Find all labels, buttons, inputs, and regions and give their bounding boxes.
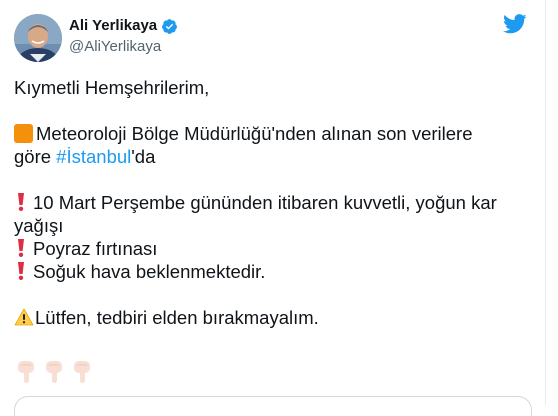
twitter-bird-icon[interactable]	[503, 14, 527, 34]
warning-line: Lütfen, tedbiri elden bırakmayalım.	[14, 306, 534, 329]
hashtag-link[interactable]: #İstanbul	[56, 146, 131, 167]
alert-line-1: 10 Mart Perşembe gününden itibaren kuvve…	[14, 191, 534, 237]
pointing-down-icon	[18, 361, 34, 383]
author-handle[interactable]: @AliYerlikaya	[69, 37, 178, 57]
warning-sign-icon	[14, 308, 34, 326]
alert-text-3: Soğuk hava beklenmektedir.	[33, 261, 266, 282]
alert-text-1: 10 Mart Perşembe gününden itibaren kuvve…	[14, 192, 497, 236]
embedded-media-card[interactable]	[14, 396, 532, 416]
warning-text: Lütfen, tedbiri elden bırakmayalım.	[35, 307, 319, 328]
orange-square-icon	[14, 124, 33, 143]
author-name[interactable]: Ali Yerlikaya	[69, 17, 178, 35]
tweet-header: Ali Yerlikaya @AliYerlikaya	[14, 14, 531, 64]
greeting-line: Kıymetli Hemşehrilerim,	[14, 77, 210, 98]
tweet-card: Ali Yerlikaya @AliYerlikaya Kıymetli Hem…	[0, 0, 546, 416]
red-exclamation-icon	[18, 262, 24, 280]
source-suffix: 'da	[131, 146, 156, 167]
pointing-down-icon	[46, 361, 62, 383]
avatar-photo	[14, 14, 62, 62]
red-exclamation-icon	[18, 193, 24, 211]
alert-line-3: Soğuk hava beklenmektedir.	[14, 260, 534, 283]
author-block: Ali Yerlikaya @AliYerlikaya	[69, 17, 178, 57]
source-text: Meteoroloji Bölge Müdürlüğü'nden alınan …	[36, 123, 473, 144]
alert-text-2: Poyraz fırtınası	[33, 238, 158, 259]
avatar[interactable]	[14, 14, 62, 62]
pointing-down-icon	[74, 361, 90, 383]
red-exclamation-icon	[18, 239, 24, 257]
source-line: Meteoroloji Bölge Müdürlüğü'nden alınan …	[14, 122, 534, 168]
tweet-text: Kıymetli Hemşehrilerim, Meteoroloji Bölg…	[14, 76, 534, 329]
source-prefix: göre	[14, 146, 57, 167]
alert-line-2: Poyraz fırtınası	[14, 237, 534, 260]
author-name-text: Ali Yerlikaya	[69, 17, 158, 34]
verified-badge-icon	[162, 18, 178, 34]
pointing-emoji-row	[14, 359, 94, 385]
